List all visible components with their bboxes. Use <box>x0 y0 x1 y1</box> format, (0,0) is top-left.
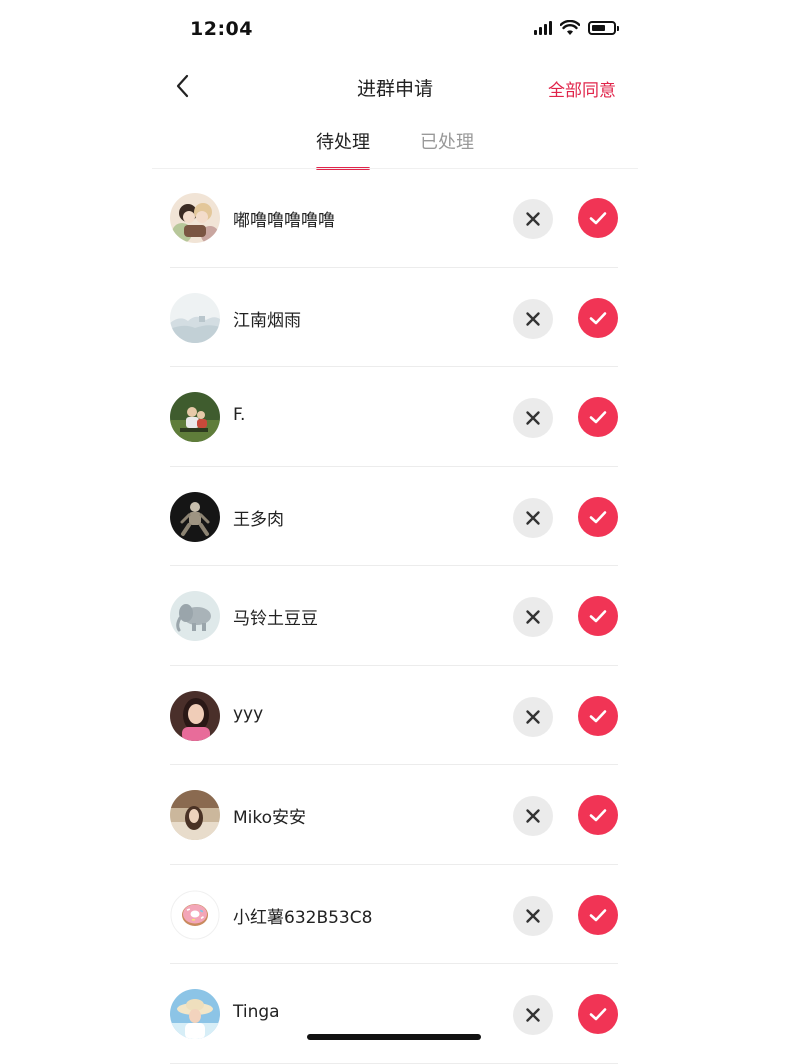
username: 嘟噜噜噜噜噜 <box>233 211 335 231</box>
reject-button[interactable] <box>513 895 553 936</box>
reject-button[interactable] <box>513 298 553 339</box>
checkmark-icon <box>589 809 607 822</box>
checkmark-icon <box>589 709 607 722</box>
reject-button[interactable] <box>513 199 553 239</box>
list-item: 江南烟雨 <box>152 268 638 368</box>
close-icon <box>526 510 540 525</box>
username: yyy <box>233 703 264 724</box>
reject-button[interactable] <box>513 398 553 438</box>
approve-button[interactable] <box>578 894 618 935</box>
tab-bar: 待处理 已处理 <box>152 128 638 170</box>
list-item: 小红薯632B53C8 <box>152 865 638 965</box>
checkmark-icon <box>589 610 607 623</box>
reject-button[interactable] <box>513 497 553 538</box>
checkmark-icon <box>589 411 607 424</box>
status-icons <box>534 20 619 36</box>
cellular-signal-icon <box>534 21 552 35</box>
avatar[interactable] <box>170 889 220 940</box>
avatar[interactable] <box>170 989 220 1039</box>
approve-button[interactable] <box>578 596 618 636</box>
checkmark-icon <box>589 1008 607 1021</box>
approve-button[interactable] <box>578 695 618 736</box>
wifi-icon <box>560 20 580 35</box>
close-icon <box>526 709 540 724</box>
close-icon <box>526 809 540 823</box>
username: 王多肉 <box>233 509 284 530</box>
list-item: Tinga <box>152 964 638 1064</box>
close-icon <box>526 1008 540 1022</box>
username: F. <box>233 405 246 425</box>
checkmark-icon <box>589 311 607 324</box>
avatar[interactable] <box>170 591 220 641</box>
close-icon <box>526 411 540 425</box>
reject-button[interactable] <box>513 796 553 836</box>
avatar[interactable] <box>170 790 220 840</box>
reject-button[interactable] <box>513 597 553 637</box>
battery-icon <box>588 21 619 35</box>
accept-all-button[interactable]: 全部同意 <box>548 76 616 101</box>
list-item: yyy <box>152 666 638 766</box>
status-time: 12:04 <box>190 18 253 40</box>
avatar[interactable] <box>170 491 220 542</box>
username: 江南烟雨 <box>233 310 301 331</box>
approve-button[interactable] <box>578 994 618 1034</box>
request-list: 嘟噜噜噜噜噜 江南烟雨 F. 王多肉 马铃土豆豆 yyy Miko安安 小红薯6… <box>152 168 638 1064</box>
app-screen: 12:04 进群申请 全部同意 待处理 已处理 嘟噜噜噜噜噜 江南烟雨 F. 王… <box>152 0 638 1064</box>
avatar[interactable] <box>170 292 220 343</box>
checkmark-icon <box>589 510 607 523</box>
approve-button[interactable] <box>578 397 618 437</box>
checkmark-icon <box>589 908 607 921</box>
approve-button[interactable] <box>578 496 618 537</box>
list-item: F. <box>152 367 638 467</box>
close-icon <box>526 311 540 326</box>
tab-pending[interactable]: 待处理 <box>316 128 370 170</box>
username: Miko安安 <box>233 808 307 828</box>
username: 马铃土豆豆 <box>233 609 318 629</box>
tab-processed[interactable]: 已处理 <box>420 128 474 168</box>
checkmark-icon <box>589 212 607 225</box>
avatar[interactable] <box>170 193 220 243</box>
approve-button[interactable] <box>578 297 618 338</box>
home-indicator <box>307 1034 481 1040</box>
list-item: 嘟噜噜噜噜噜 <box>152 168 638 268</box>
list-item: Miko安安 <box>152 765 638 865</box>
username: 小红薯632B53C8 <box>233 907 373 928</box>
close-icon <box>526 610 540 624</box>
close-icon <box>526 212 540 226</box>
avatar[interactable] <box>170 690 220 741</box>
approve-button[interactable] <box>578 198 618 238</box>
username: Tinga <box>233 1002 280 1022</box>
reject-button[interactable] <box>513 696 553 737</box>
avatar[interactable] <box>170 392 220 442</box>
list-item: 王多肉 <box>152 467 638 567</box>
close-icon <box>526 908 540 923</box>
reject-button[interactable] <box>513 995 553 1035</box>
approve-button[interactable] <box>578 795 618 835</box>
list-item: 马铃土豆豆 <box>152 566 638 666</box>
